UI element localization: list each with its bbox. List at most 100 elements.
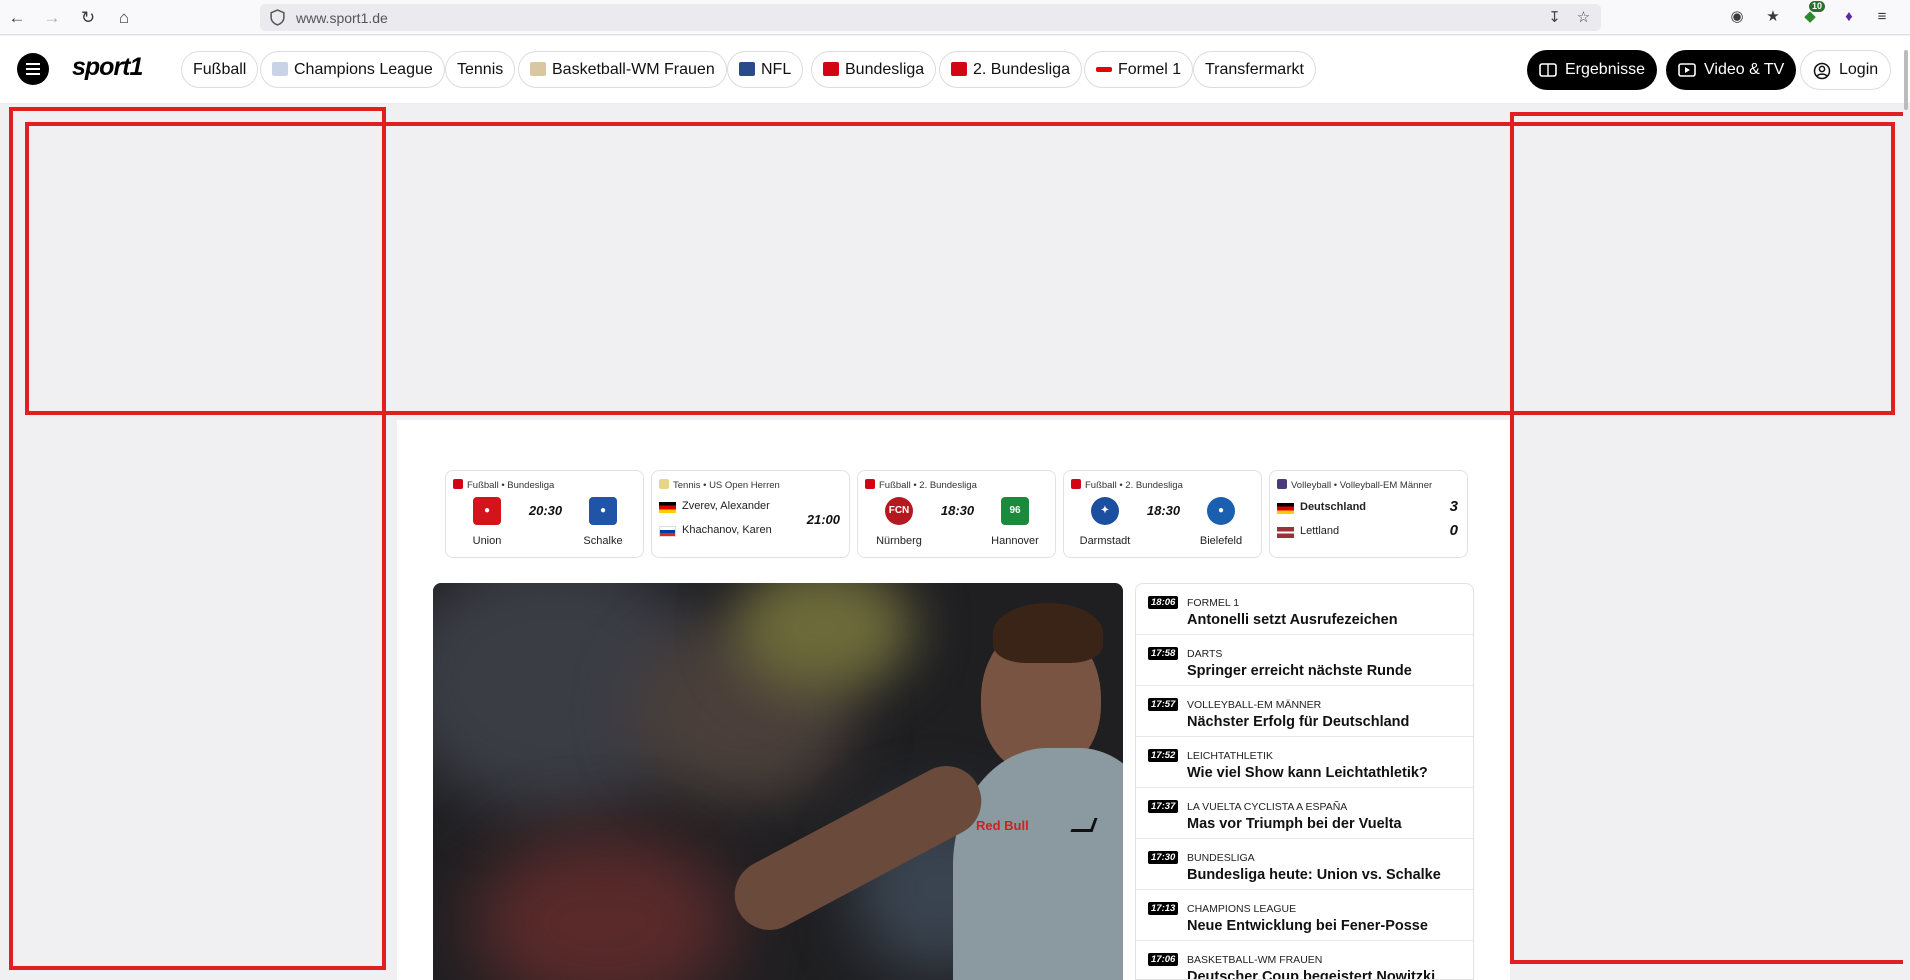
shield-extension-icon[interactable]: ◆ 10 [1800, 1, 1826, 27]
score-card[interactable]: Tennis • US Open Herren Zverev, Alexande… [651, 470, 850, 558]
nav-pill-label: Formel 1 [1118, 61, 1182, 78]
nav-pill-nfl[interactable]: NFL [727, 51, 804, 88]
video-tv-button[interactable]: Video & TV [1666, 50, 1797, 90]
hamburger-menu-button[interactable] [17, 53, 49, 85]
sport1-logo[interactable]: sport1 [72, 53, 143, 82]
score-card[interactable]: Volleyball • Volleyball-EM Männer Deutsc… [1269, 470, 1468, 558]
nav-pill-label: Champions League [294, 61, 433, 78]
news-title[interactable]: Neue Entwicklung bei Fener-Posse [1187, 918, 1428, 934]
news-title[interactable]: Antonelli setzt Ausrufezeichen [1187, 612, 1398, 628]
news-item[interactable]: 17:30 BUNDESLIGA Bundesliga heute: Union… [1136, 839, 1473, 890]
address-bar[interactable]: www.sport1.de ↧ ☆ [260, 4, 1601, 31]
news-category: DARTS [1187, 648, 1223, 660]
nav-pill-2-bundesliga[interactable]: 2. Bundesliga [939, 51, 1082, 88]
news-title[interactable]: Nächster Erfolg für Deutschland [1187, 714, 1409, 730]
score-card[interactable]: Fußball • 2. Bundesliga ✦ ● 18:30 Darmst… [1063, 470, 1262, 558]
results-button[interactable]: Ergebnisse [1527, 50, 1658, 90]
nav-pill-formel-1[interactable]: Formel 1 [1084, 51, 1194, 88]
account-icon[interactable]: ◉ [1727, 7, 1747, 27]
news-title[interactable]: Deutscher Coup begeistert Nowitzki [1187, 969, 1435, 979]
score-card-header: Fußball • Bundesliga [453, 479, 554, 491]
nav-pill-label: NFL [761, 61, 792, 78]
ad-skyscraper-right [1510, 112, 1910, 964]
basketball-wm-icon [530, 62, 546, 76]
nav-pill-transfermarkt[interactable]: Transfermarkt [1193, 51, 1316, 88]
home-icon[interactable]: ⌂ [112, 6, 136, 30]
champions-league-icon [272, 62, 288, 76]
news-item[interactable]: 17:52 LEICHTATHLETIK Wie viel Show kann … [1136, 737, 1473, 788]
germany-flag-icon [659, 502, 676, 513]
extension-badge: 10 [1809, 1, 1826, 12]
app-menu-icon[interactable]: ≡ [1872, 7, 1892, 27]
play-icon [1678, 63, 1696, 77]
back-icon[interactable]: ← [5, 6, 29, 30]
scrollbar-thumb[interactable] [1904, 50, 1908, 110]
news-category: BUNDESLIGA [1187, 852, 1255, 864]
nav-pill-basketball-wm-frauen[interactable]: Basketball-WM Frauen [518, 51, 727, 88]
nav-pill-fussball[interactable]: Fußball [181, 51, 259, 88]
nav-pill-label: Bundesliga [845, 61, 925, 78]
competition-label: Tennis • US Open Herren [673, 480, 780, 491]
bundesliga-icon [823, 62, 839, 76]
extensions-icon[interactable]: ★ [1763, 7, 1783, 27]
news-time: 17:37 [1148, 800, 1179, 813]
news-item[interactable]: 17:06 BASKETBALL-WM FRAUEN Deutscher Cou… [1136, 941, 1473, 979]
news-time: 17:30 [1148, 851, 1179, 864]
home-team: Nürnberg [876, 535, 922, 547]
score-card-header: Tennis • US Open Herren [659, 479, 780, 491]
news-item[interactable]: 17:57 VOLLEYBALL-EM MÄNNER Nächster Erfo… [1136, 686, 1473, 737]
latvia-flag-icon [1277, 527, 1294, 538]
login-label: Login [1839, 61, 1879, 78]
score-card-header: Fußball • 2. Bundesliga [1071, 479, 1183, 491]
news-title[interactable]: Springer erreicht nächste Runde [1187, 663, 1412, 679]
news-time: 18:06 [1148, 596, 1179, 609]
news-title[interactable]: Mas vor Triumph bei der Vuelta [1187, 816, 1402, 832]
us-open-icon [659, 479, 669, 489]
news-time: 17:52 [1148, 749, 1179, 762]
main-content: Fußball • Bundesliga ● ● 20:30 Union Sch… [397, 420, 1510, 980]
home-team: Darmstadt [1079, 535, 1131, 547]
nav-pill-label: Transfermarkt [1205, 61, 1304, 78]
news-item[interactable]: 18:06 FORMEL 1 Antonelli setzt Ausrufeze… [1136, 584, 1473, 635]
browser-toolbar: ← → ↻ ⌂ www.sport1.de ↧ ☆ ◉ ★ ◆ 10 ♦ ≡ [0, 0, 1910, 35]
news-category: CHAMPIONS LEAGUE [1187, 903, 1297, 915]
reload-icon[interactable]: ↻ [76, 6, 100, 30]
news-item[interactable]: 17:58 DARTS Springer erreicht nächste Ru… [1136, 635, 1473, 686]
score-card[interactable]: Fußball • Bundesliga ● ● 20:30 Union Sch… [445, 470, 644, 558]
nav-pill-bundesliga[interactable]: Bundesliga [811, 51, 937, 88]
news-item[interactable]: 17:37 LA VUELTA CYCLISTA A ESPAÑA Mas vo… [1136, 788, 1473, 839]
red-bull-logo: Red Bull [976, 818, 1029, 833]
news-item[interactable]: 17:13 CHAMPIONS LEAGUE Neue Entwicklung … [1136, 890, 1473, 941]
team-1: Deutschland [1300, 501, 1367, 513]
hero-image[interactable]: Red Bull [433, 583, 1123, 980]
nav-pill-tennis[interactable]: Tennis [445, 51, 516, 88]
news-time: 17:06 [1148, 953, 1179, 966]
download-icon[interactable]: ↧ [1545, 8, 1564, 27]
nav-pill-label: Tennis [457, 61, 504, 78]
news-title[interactable]: Wie viel Show kann Leichtathletik? [1187, 765, 1428, 781]
forward-icon[interactable]: → [40, 6, 64, 30]
news-time: 17:58 [1148, 647, 1179, 660]
team-2: Lettland [1300, 525, 1340, 537]
volleyball-icon [1277, 479, 1287, 489]
russia-flag-icon [659, 526, 676, 537]
competition-label: Volleyball • Volleyball-EM Männer [1291, 480, 1433, 491]
results-label: Ergebnisse [1565, 61, 1646, 78]
away-team: Bielefeld [1199, 535, 1243, 547]
kickoff-time: 18:30 [940, 503, 975, 518]
page-scrollbar[interactable] [1903, 104, 1910, 980]
score-card[interactable]: Fußball • 2. Bundesliga FCN 96 18:30 Nür… [857, 470, 1056, 558]
germany-flag-icon [1277, 503, 1294, 514]
news-title[interactable]: Bundesliga heute: Union vs. Schalke [1187, 867, 1441, 883]
bundesliga-icon [453, 479, 463, 489]
2-bundesliga-icon [951, 62, 967, 76]
hero-bokeh [473, 833, 733, 980]
e-extension-icon[interactable]: ♦ [1839, 7, 1859, 27]
bookmark-star-icon[interactable]: ☆ [1574, 8, 1593, 27]
nav-pill-label: Fußball [193, 61, 247, 78]
player-2: Khachanov, Karen [682, 524, 772, 536]
formel-1-icon [1096, 67, 1112, 72]
competition-label: Fußball • 2. Bundesliga [879, 480, 977, 491]
nav-pill-champions-league[interactable]: Champions League [260, 51, 445, 88]
login-button[interactable]: Login [1800, 50, 1892, 90]
